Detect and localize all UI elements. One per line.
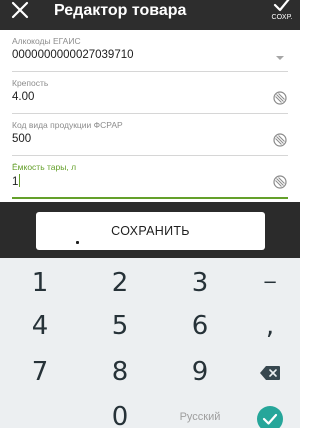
fsrar-code-field[interactable]: Код вида продукции ФСРАР 500 [12, 120, 288, 156]
alcocode-field[interactable]: Алкокоды ЕГАИС 0000000000027039710 [12, 36, 288, 72]
save-button-label: СОХРАНИТЬ [111, 224, 190, 238]
save-button[interactable]: СОХРАНИТЬ [36, 212, 265, 250]
strength-label: Крепость [12, 78, 49, 88]
container-volume-underline [12, 197, 288, 199]
done-key[interactable] [257, 406, 283, 428]
key-comma[interactable]: , [234, 305, 306, 347]
clear-icon[interactable] [272, 90, 288, 106]
alcocode-label: Алкокоды ЕГАИС [12, 36, 81, 46]
key-4[interactable]: 4 [4, 305, 76, 347]
clear-icon[interactable] [272, 174, 288, 190]
strength-input[interactable]: 4.00 [12, 90, 288, 104]
close-icon[interactable] [8, 1, 32, 25]
save-action-label: СОХР. [271, 14, 293, 21]
numeric-keyboard: 1 2 3 − 4 5 6 , 7 8 9 0 Русский [0, 258, 300, 428]
container-volume-field[interactable]: Ёмкость тары, л 1 [12, 162, 288, 200]
key-1[interactable]: 1 [4, 262, 76, 304]
alcocode-value[interactable]: 0000000000027039710 [12, 48, 288, 62]
key-2[interactable]: 2 [84, 262, 156, 304]
container-volume-label: Ёмкость тары, л [12, 162, 77, 172]
touch-indicator [76, 241, 79, 244]
strength-field[interactable]: Крепость 4.00 [12, 78, 288, 114]
check-icon [262, 413, 278, 425]
save-button-bar: СОХРАНИТЬ [0, 202, 300, 258]
save-action[interactable]: СОХР. [268, 0, 296, 28]
clear-icon[interactable] [272, 132, 288, 148]
text-cursor [19, 174, 21, 187]
key-0[interactable]: 0 [84, 396, 156, 428]
container-volume-value: 1 [12, 176, 19, 188]
key-5[interactable]: 5 [84, 305, 156, 347]
language-key[interactable]: Русский [164, 396, 236, 428]
app-bar: Редактор товара СОХР. [0, 0, 300, 30]
key-9[interactable]: 9 [164, 351, 236, 393]
fsrar-code-input[interactable]: 500 [12, 132, 288, 146]
key-3[interactable]: 3 [164, 262, 236, 304]
key-8[interactable]: 8 [84, 351, 156, 393]
alcocode-underline [12, 71, 288, 72]
key-minus[interactable]: − [234, 262, 306, 304]
page-title: Редактор товара [54, 2, 187, 19]
container-volume-input[interactable]: 1 [12, 174, 288, 189]
check-icon [273, 0, 290, 12]
key-7[interactable]: 7 [4, 351, 76, 393]
backspace-icon [260, 365, 280, 380]
key-backspace[interactable] [234, 351, 306, 393]
fsrar-code-label: Код вида продукции ФСРАР [12, 120, 123, 130]
fsrar-code-underline [12, 155, 288, 156]
key-6[interactable]: 6 [164, 305, 236, 347]
dropdown-arrow-icon[interactable] [272, 50, 288, 66]
product-form: Алкокоды ЕГАИС 0000000000027039710 Крепо… [0, 30, 300, 202]
strength-underline [12, 113, 288, 114]
